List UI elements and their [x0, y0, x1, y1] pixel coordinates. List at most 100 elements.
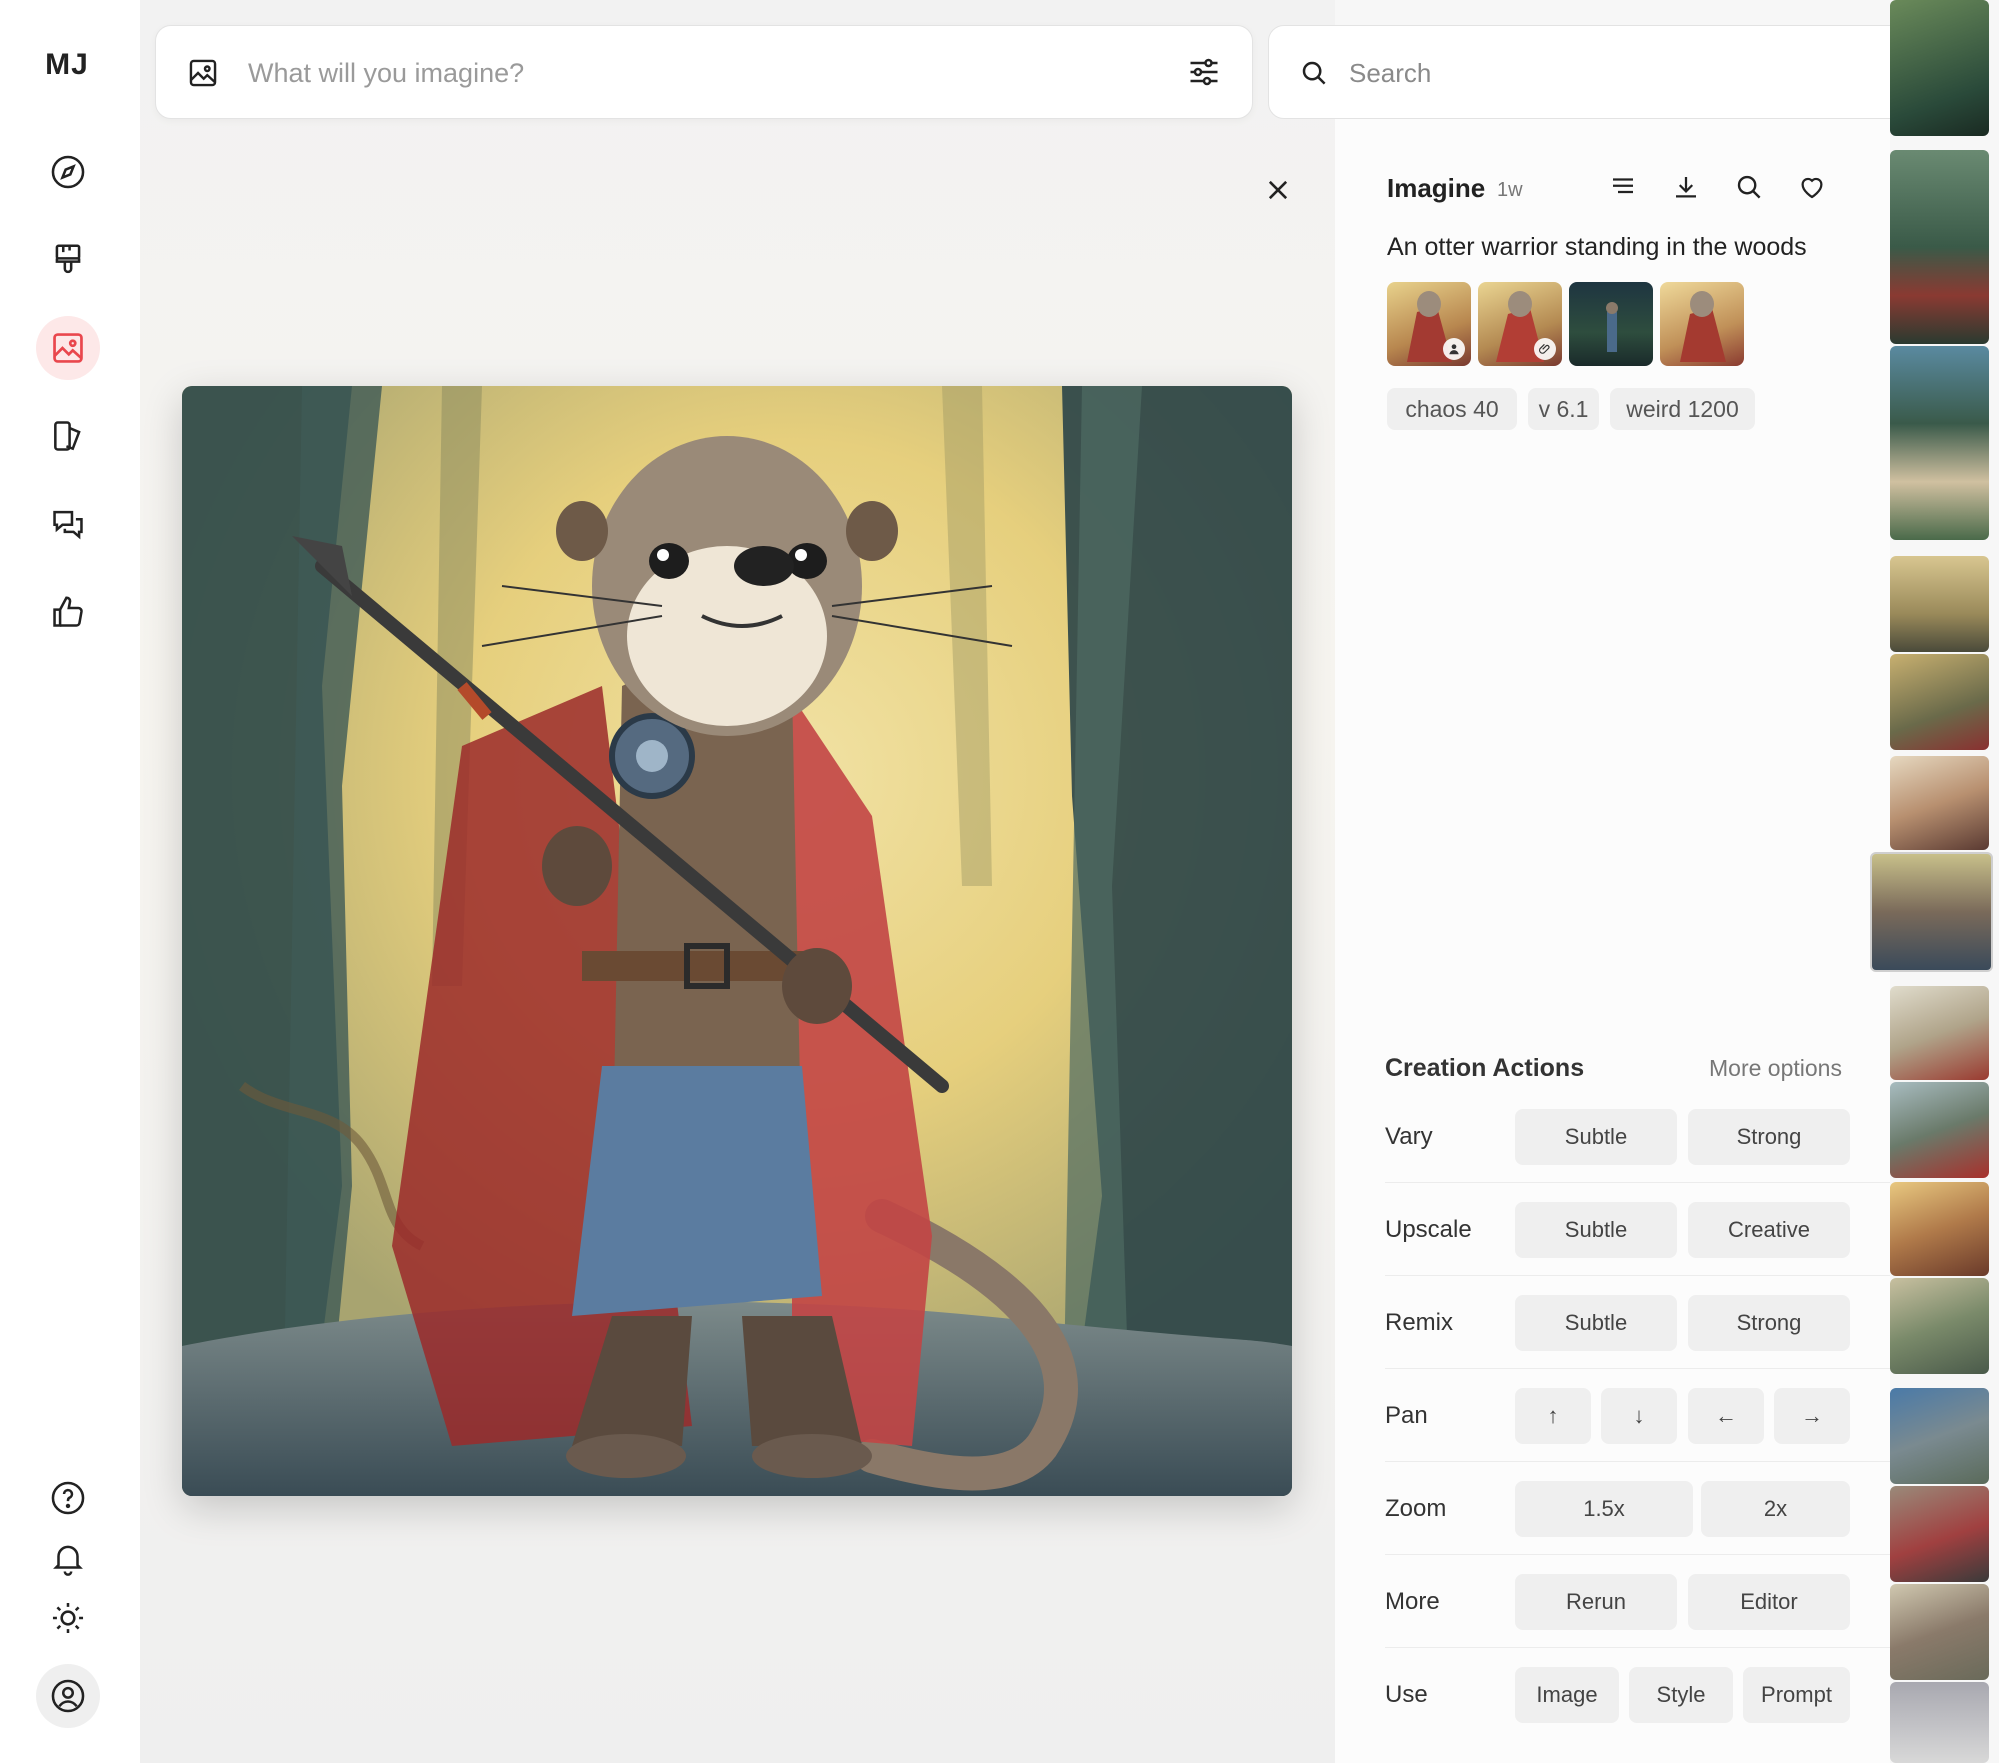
nav-edit-button[interactable] [36, 228, 100, 292]
reference-image-thumb[interactable] [1387, 282, 1471, 366]
close-icon [1268, 180, 1288, 200]
image-icon [53, 333, 83, 363]
person-icon [1449, 344, 1459, 355]
zoom-label: Zoom [1385, 1495, 1447, 1522]
search-similar-button[interactable] [1731, 169, 1767, 205]
remix-subtle-button[interactable]: Subtle [1515, 1295, 1677, 1351]
vary-subtle-button[interactable]: Subtle [1515, 1109, 1677, 1165]
attachment-ref-badge [1534, 338, 1556, 360]
nav-tasks-button[interactable] [36, 580, 100, 644]
app-logo[interactable]: MJ [0, 48, 134, 82]
sun-icon [52, 1602, 84, 1634]
nav-create-button[interactable] [36, 316, 100, 380]
nav-explore-button[interactable] [36, 140, 100, 204]
job-thumbnail-selected[interactable] [1870, 852, 1993, 972]
use-label: Use [1385, 1681, 1428, 1708]
upscale-subtle-button[interactable]: Subtle [1515, 1202, 1677, 1258]
zoom-1-5x-button[interactable]: 1.5x [1515, 1481, 1693, 1537]
user-circle-icon [51, 1679, 85, 1713]
param-chaos[interactable]: chaos 40 [1387, 388, 1517, 430]
theme-toggle-button[interactable] [36, 1586, 100, 1650]
prompt-input[interactable] [246, 48, 1070, 98]
image-upload-icon[interactable] [186, 56, 220, 90]
job-thumbnail-strip [1870, 0, 1999, 1763]
row-divider [1385, 1461, 1893, 1462]
download-button[interactable] [1668, 169, 1704, 205]
notifications-button[interactable] [36, 1526, 100, 1590]
profile-button[interactable] [36, 1664, 100, 1728]
sliders-icon[interactable] [1186, 54, 1222, 90]
reference-image-thumb[interactable] [1478, 282, 1562, 366]
row-divider [1385, 1275, 1893, 1276]
more-label: More [1385, 1588, 1440, 1615]
prompt-bar [155, 25, 1253, 119]
remix-label: Remix [1385, 1309, 1454, 1336]
job-thumbnail[interactable] [1890, 654, 1989, 750]
param-version[interactable]: v 6.1 [1528, 388, 1599, 430]
job-thumbnail[interactable] [1890, 1584, 1989, 1680]
upscale-label: Upscale [1385, 1216, 1472, 1243]
job-thumbnail[interactable] [1890, 556, 1989, 652]
character-ref-badge [1443, 338, 1465, 360]
paintbrush-icon [55, 244, 81, 274]
use-image-button[interactable]: Image [1515, 1667, 1619, 1723]
sidebar: MJ [0, 0, 140, 1763]
job-age-label: 1w [1497, 179, 1523, 201]
otter-warrior-artwork [182, 386, 1292, 1496]
job-thumbnail[interactable] [1890, 1388, 1989, 1484]
menu-lines-icon [1613, 178, 1633, 194]
reference-image-thumb[interactable] [1569, 282, 1653, 366]
search-bar [1268, 25, 1932, 119]
like-button[interactable] [1794, 169, 1830, 205]
use-style-button[interactable]: Style [1629, 1667, 1733, 1723]
rerun-button[interactable]: Rerun [1515, 1574, 1677, 1630]
thumbs-up-icon [53, 596, 83, 627]
help-icon [51, 1481, 85, 1515]
row-divider [1385, 1368, 1893, 1369]
job-thumbnail[interactable] [1890, 986, 1989, 1080]
creation-actions-title: Creation Actions [1385, 1054, 1585, 1082]
pan-up-button[interactable]: ↑ [1515, 1388, 1591, 1444]
reference-image-thumb[interactable] [1660, 282, 1744, 366]
download-icon [1676, 177, 1696, 198]
options-menu-button[interactable] [1605, 169, 1641, 205]
job-thumbnail[interactable] [1890, 756, 1989, 850]
row-divider [1385, 1647, 1893, 1648]
row-divider [1385, 1182, 1893, 1183]
heart-icon [1801, 177, 1823, 199]
nav-organize-button[interactable] [36, 404, 100, 468]
compass-icon [51, 155, 85, 189]
close-button[interactable] [1258, 170, 1298, 210]
upscale-creative-button[interactable]: Creative [1688, 1202, 1850, 1258]
more-options-link[interactable]: More options [1709, 1055, 1842, 1082]
main-image[interactable] [182, 386, 1292, 1496]
use-prompt-button[interactable]: Prompt [1743, 1667, 1850, 1723]
job-thumbnail[interactable] [1890, 346, 1989, 540]
vary-strong-button[interactable]: Strong [1688, 1109, 1850, 1165]
row-divider [1385, 1554, 1893, 1555]
job-thumbnail[interactable] [1890, 0, 1989, 136]
pan-left-button[interactable]: ← [1688, 1388, 1764, 1444]
nav-chat-button[interactable] [36, 492, 100, 556]
pan-label: Pan [1385, 1402, 1428, 1429]
search-input[interactable] [1347, 48, 1891, 98]
job-thumbnail[interactable] [1890, 1278, 1989, 1374]
pan-down-button[interactable]: ↓ [1601, 1388, 1677, 1444]
remix-strong-button[interactable]: Strong [1688, 1295, 1850, 1351]
zoom-2x-button[interactable]: 2x [1701, 1481, 1850, 1537]
paperclip-icon [1539, 343, 1550, 354]
job-thumbnail[interactable] [1890, 1082, 1989, 1178]
job-thumbnail[interactable] [1890, 1486, 1989, 1582]
param-weird[interactable]: weird 1200 [1610, 388, 1755, 430]
job-thumbnail[interactable] [1890, 1682, 1989, 1763]
editor-button[interactable]: Editor [1688, 1574, 1850, 1630]
job-thumbnail[interactable] [1890, 1182, 1989, 1276]
help-button[interactable] [36, 1466, 100, 1530]
job-type-label: Imagine [1387, 173, 1486, 203]
prompt-text[interactable]: An otter warrior standing in the woods [1387, 233, 1877, 262]
search-icon [1737, 175, 1761, 199]
detail-panel: Imagine 1w An otter warrior standing in … [1335, 119, 1893, 1763]
pan-right-button[interactable]: → [1774, 1388, 1850, 1444]
search-icon [1302, 61, 1326, 85]
job-thumbnail[interactable] [1890, 150, 1989, 344]
